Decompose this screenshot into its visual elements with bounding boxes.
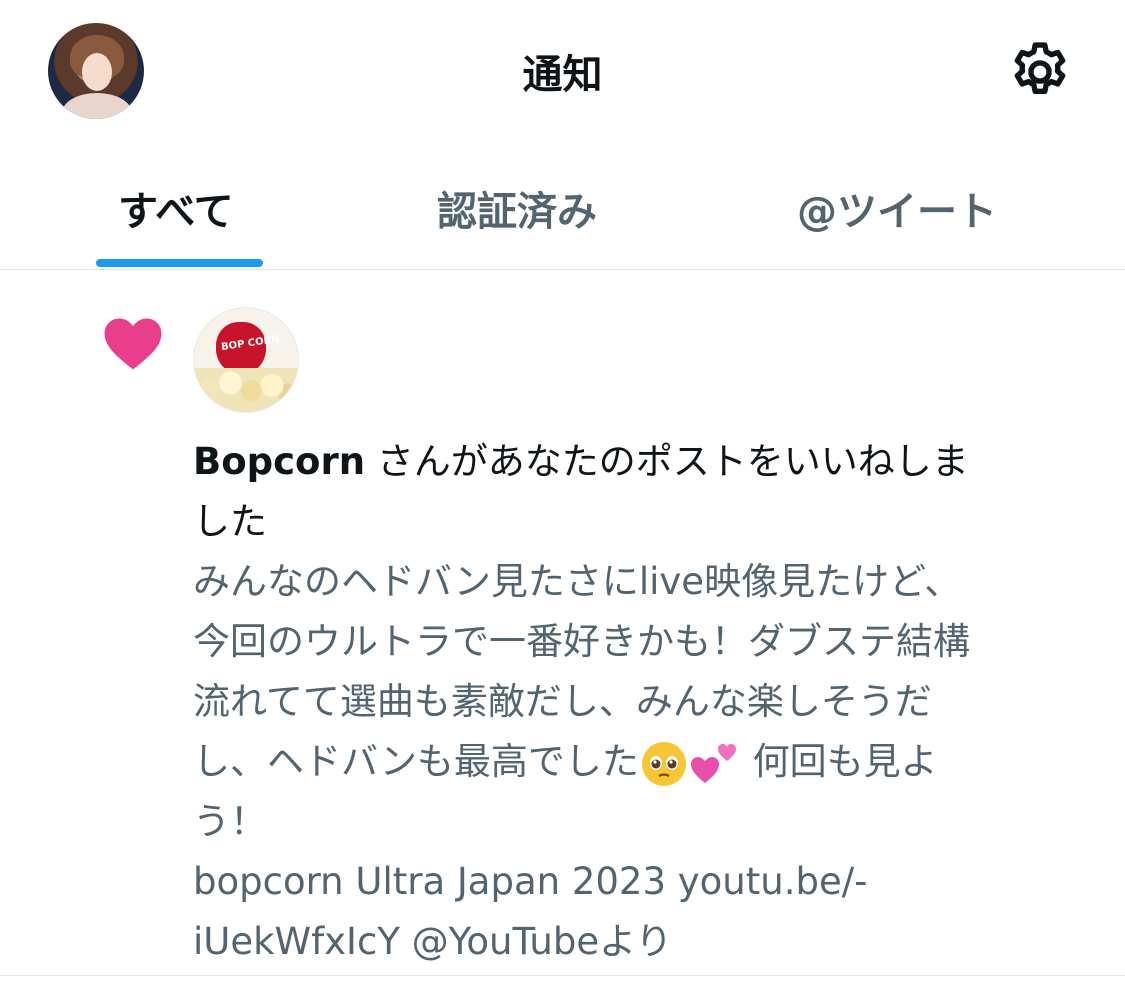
notification-content[interactable]: Bopcorn さんがあなたのポストをいいねしま した みんなのヘドバン見たさに… — [193, 432, 1093, 972]
page-title: 通知 — [522, 52, 603, 98]
action-text-2: した — [193, 500, 267, 543]
post-link-line[interactable]: iUekWfxIcY @YouTubeより — [193, 912, 1093, 972]
post-link-line[interactable]: bopcorn Ultra Japan 2023 youtu.be/- — [193, 852, 1093, 912]
post-line: 流れてて選曲も素敵だし、みんな楽しそうだ — [193, 680, 932, 723]
post-line: みんなのヘドバン見たさにlive映像見たけど、 — [193, 560, 962, 603]
actor-avatar[interactable]: BOP CORN — [193, 307, 299, 413]
post-line-with-emoji: し、ヘドバンも最高でした 何回も見よ — [193, 732, 1093, 792]
post-line: し、ヘドバンも最高でした — [193, 740, 639, 783]
tab-bar: すべて 認証済み @ツイート — [0, 145, 1125, 270]
post-line: 今回のウルトラで一番好きかも！ダブステ結構 — [193, 620, 970, 663]
pleading-face-emoji — [641, 741, 686, 786]
notification-divider — [0, 975, 1125, 976]
action-text-1: さんがあなたのポストをいいねしま — [365, 440, 969, 483]
actor-name[interactable]: Bopcorn — [193, 440, 365, 483]
gear-icon[interactable] — [1006, 38, 1074, 106]
active-tab-indicator — [96, 259, 263, 267]
tab-mentions[interactable]: @ツイート — [797, 179, 997, 237]
popcorn-image — [194, 368, 298, 412]
heart-icon — [104, 318, 162, 370]
post-line: 何回も見よ — [740, 740, 938, 783]
notification-headline-cont: した — [193, 492, 1093, 552]
notification-headline: Bopcorn さんがあなたのポストをいいねしま — [193, 432, 1093, 492]
two-hearts-emoji — [690, 743, 736, 783]
tab-divider — [0, 269, 1125, 270]
tab-all[interactable]: すべて — [118, 179, 234, 237]
tab-verified[interactable]: 認証済み — [437, 179, 597, 237]
post-line: う！ — [193, 800, 267, 843]
header: 通知 — [0, 0, 1125, 145]
